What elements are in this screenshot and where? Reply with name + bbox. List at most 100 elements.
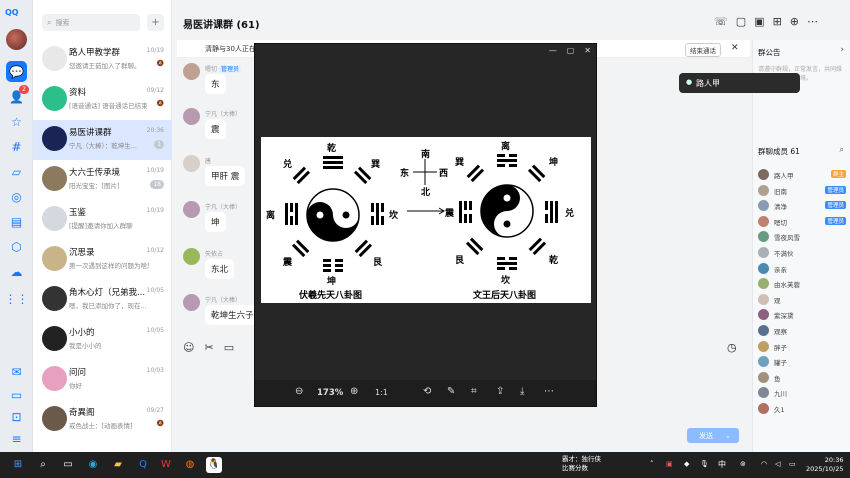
- conversation-item[interactable]: 玉鉴 [提醒]邀请你加入群聊 10/19: [33, 200, 172, 240]
- sender-avatar[interactable]: [183, 155, 200, 172]
- message-bubble[interactable]: 甲肝 震: [205, 166, 246, 186]
- member-item[interactable]: 胖子: [758, 339, 846, 355]
- docs-icon[interactable]: ▤: [8, 213, 25, 230]
- cube-icon[interactable]: ⬡: [8, 238, 25, 255]
- maximize-icon[interactable]: ▢: [567, 46, 575, 55]
- message-bubble[interactable]: 东北: [205, 259, 235, 279]
- sender-avatar[interactable]: [183, 201, 200, 218]
- conversation-item[interactable]: 角木心灯（兄弟我... 嗯，我已添加你了，现在... 10/05: [33, 280, 172, 320]
- member-item[interactable]: 紫深黛: [758, 307, 846, 323]
- edit-icon[interactable]: ✎: [447, 386, 455, 397]
- search-icon[interactable]: ⌕: [840, 145, 844, 155]
- screen-share-icon[interactable]: ▣: [754, 15, 764, 28]
- member-item[interactable]: 不满伙: [758, 245, 846, 261]
- chevron-up-icon[interactable]: ˄: [650, 460, 654, 468]
- member-item[interactable]: 嗯切 管理员: [758, 214, 846, 230]
- conversation-item[interactable]: 易医讲课群 宁凡（大棒）：乾坤生... 20:36 1: [33, 120, 172, 160]
- emoji-icon[interactable]: ☺: [183, 341, 194, 354]
- browser-icon[interactable]: Q: [135, 457, 151, 473]
- star-icon[interactable]: ☆: [8, 113, 25, 130]
- conversation-item[interactable]: 大六壬传承境 阳光宝宝：[图片] 10/19 18: [33, 160, 172, 200]
- zoom-out-icon[interactable]: ⊖: [295, 386, 303, 397]
- battery-icon[interactable]: ▭: [789, 460, 796, 468]
- member-item[interactable]: 路人甲 群主: [758, 167, 846, 183]
- add-button[interactable]: +: [147, 14, 164, 31]
- apps-icon[interactable]: ⊞: [773, 15, 782, 28]
- scissors-icon[interactable]: ✂: [204, 341, 213, 354]
- microphone-icon[interactable]: 🎙: [700, 460, 709, 468]
- phone-icon[interactable]: ☏: [714, 15, 728, 28]
- member-item[interactable]: 久1: [758, 401, 846, 417]
- close-icon[interactable]: ✕: [584, 46, 591, 55]
- conversation-item[interactable]: 资料 [语音通话] 语音通话已结束 09/12 🔕: [33, 80, 172, 120]
- more-icon[interactable]: ⋯: [807, 15, 818, 28]
- member-item[interactable]: 鱼: [758, 370, 846, 386]
- apps-grid-icon[interactable]: ⋮⋮: [5, 290, 29, 307]
- message-bubble[interactable]: 坤: [205, 212, 226, 232]
- map-icon[interactable]: ▱: [8, 163, 25, 180]
- tray-app-icon[interactable]: ▣: [666, 460, 673, 468]
- end-call-button[interactable]: 结束通话: [685, 43, 721, 57]
- member-item[interactable]: 雪夜风雪: [758, 229, 846, 245]
- task-view-icon[interactable]: ▭: [60, 457, 76, 473]
- add-member-icon[interactable]: ⊕: [790, 15, 799, 28]
- game-icon[interactable]: ☁: [8, 263, 25, 280]
- conversation-item[interactable]: 问问 你好 10/03: [33, 360, 172, 400]
- member-item[interactable]: 亲亲: [758, 261, 846, 277]
- minimize-icon[interactable]: —: [549, 46, 557, 55]
- menu-icon[interactable]: ≡: [8, 430, 25, 447]
- edge-icon[interactable]: ◉: [85, 457, 101, 473]
- conversation-item[interactable]: 沉思录 第一次遇到这样的问题为啥思路 10/12: [33, 240, 172, 280]
- messages-icon[interactable]: 💬: [6, 61, 27, 82]
- member-item[interactable]: 观察: [758, 323, 846, 339]
- message-bubble[interactable]: 乾坤生六子: [205, 305, 260, 325]
- actual-size-icon[interactable]: 1:1: [375, 388, 388, 397]
- history-icon[interactable]: ◷: [727, 341, 737, 354]
- member-item[interactable]: 罐子: [758, 354, 846, 370]
- system-clock[interactable]: 20:36 2025/10/25: [806, 456, 843, 474]
- conversation-item[interactable]: 路人甲教学群 您邀请王茹加入了群聊。 10/19 🔕: [33, 40, 172, 80]
- message-bubble[interactable]: 东: [205, 74, 226, 94]
- bookmark-icon[interactable]: ⊡: [8, 408, 25, 425]
- close-icon[interactable]: ✕: [731, 43, 739, 53]
- contacts-icon[interactable]: 👤 2: [8, 85, 29, 105]
- conversation-item[interactable]: 小小的 我是小小的 10/05: [33, 320, 172, 360]
- conversation-item[interactable]: 奇異阁 戒色战士：[动画表情] 09/27 🔕: [33, 400, 172, 440]
- member-item[interactable]: 九川: [758, 385, 846, 401]
- rotate-icon[interactable]: ⟲: [423, 386, 431, 397]
- search-icon[interactable]: ⌕: [35, 457, 51, 473]
- windows-start-icon[interactable]: ⊞: [10, 457, 26, 473]
- zoom-in-icon[interactable]: ⊕: [350, 386, 358, 397]
- search-input[interactable]: ⌕ 搜索: [42, 14, 140, 31]
- sender-avatar[interactable]: [183, 294, 200, 311]
- file-explorer-icon[interactable]: ▰: [110, 457, 126, 473]
- sender-avatar[interactable]: [183, 63, 200, 80]
- news-widget[interactable]: 霸才：独行侠 比赛分数: [562, 455, 601, 473]
- chevron-right-icon[interactable]: ›: [840, 45, 844, 55]
- wps-icon[interactable]: W: [158, 457, 174, 473]
- video-icon[interactable]: ▢: [736, 15, 746, 28]
- member-item[interactable]: 旧南 管理员: [758, 183, 846, 199]
- tray-app-icon[interactable]: ◆: [684, 460, 689, 468]
- user-avatar[interactable]: [6, 29, 27, 50]
- ocr-icon[interactable]: ⌗: [471, 386, 477, 397]
- compass-icon[interactable]: ◎: [8, 188, 25, 205]
- download-icon[interactable]: ⤓: [520, 386, 524, 397]
- send-button[interactable]: 发送 ⌄: [687, 428, 739, 443]
- mail-icon[interactable]: ✉: [8, 363, 25, 380]
- volume-icon[interactable]: ◁: [775, 460, 780, 468]
- member-item[interactable]: 由水芙蓉: [758, 276, 846, 292]
- folder-icon[interactable]: ▭: [8, 386, 25, 403]
- member-item[interactable]: 清净 管理员: [758, 198, 846, 214]
- message-bubble[interactable]: 震: [205, 119, 226, 139]
- bagua-image[interactable]: 南 北 东 西 乾 坤 离 坎 兑 巽 震 艮 离 坎 震 兑 巽 坤 艮 乾: [261, 137, 591, 303]
- sender-avatar[interactable]: [183, 108, 200, 125]
- ime-indicator[interactable]: 中: [718, 459, 726, 470]
- qq-taskbar-icon[interactable]: 🐧: [206, 457, 222, 473]
- channel-icon[interactable]: #: [8, 138, 25, 155]
- tray-app-icon[interactable]: ⊚: [740, 460, 746, 468]
- more-icon[interactable]: ⋯: [544, 386, 554, 397]
- member-item[interactable]: 观: [758, 292, 846, 308]
- sender-avatar[interactable]: [183, 248, 200, 265]
- share-icon[interactable]: ⇪: [496, 386, 504, 397]
